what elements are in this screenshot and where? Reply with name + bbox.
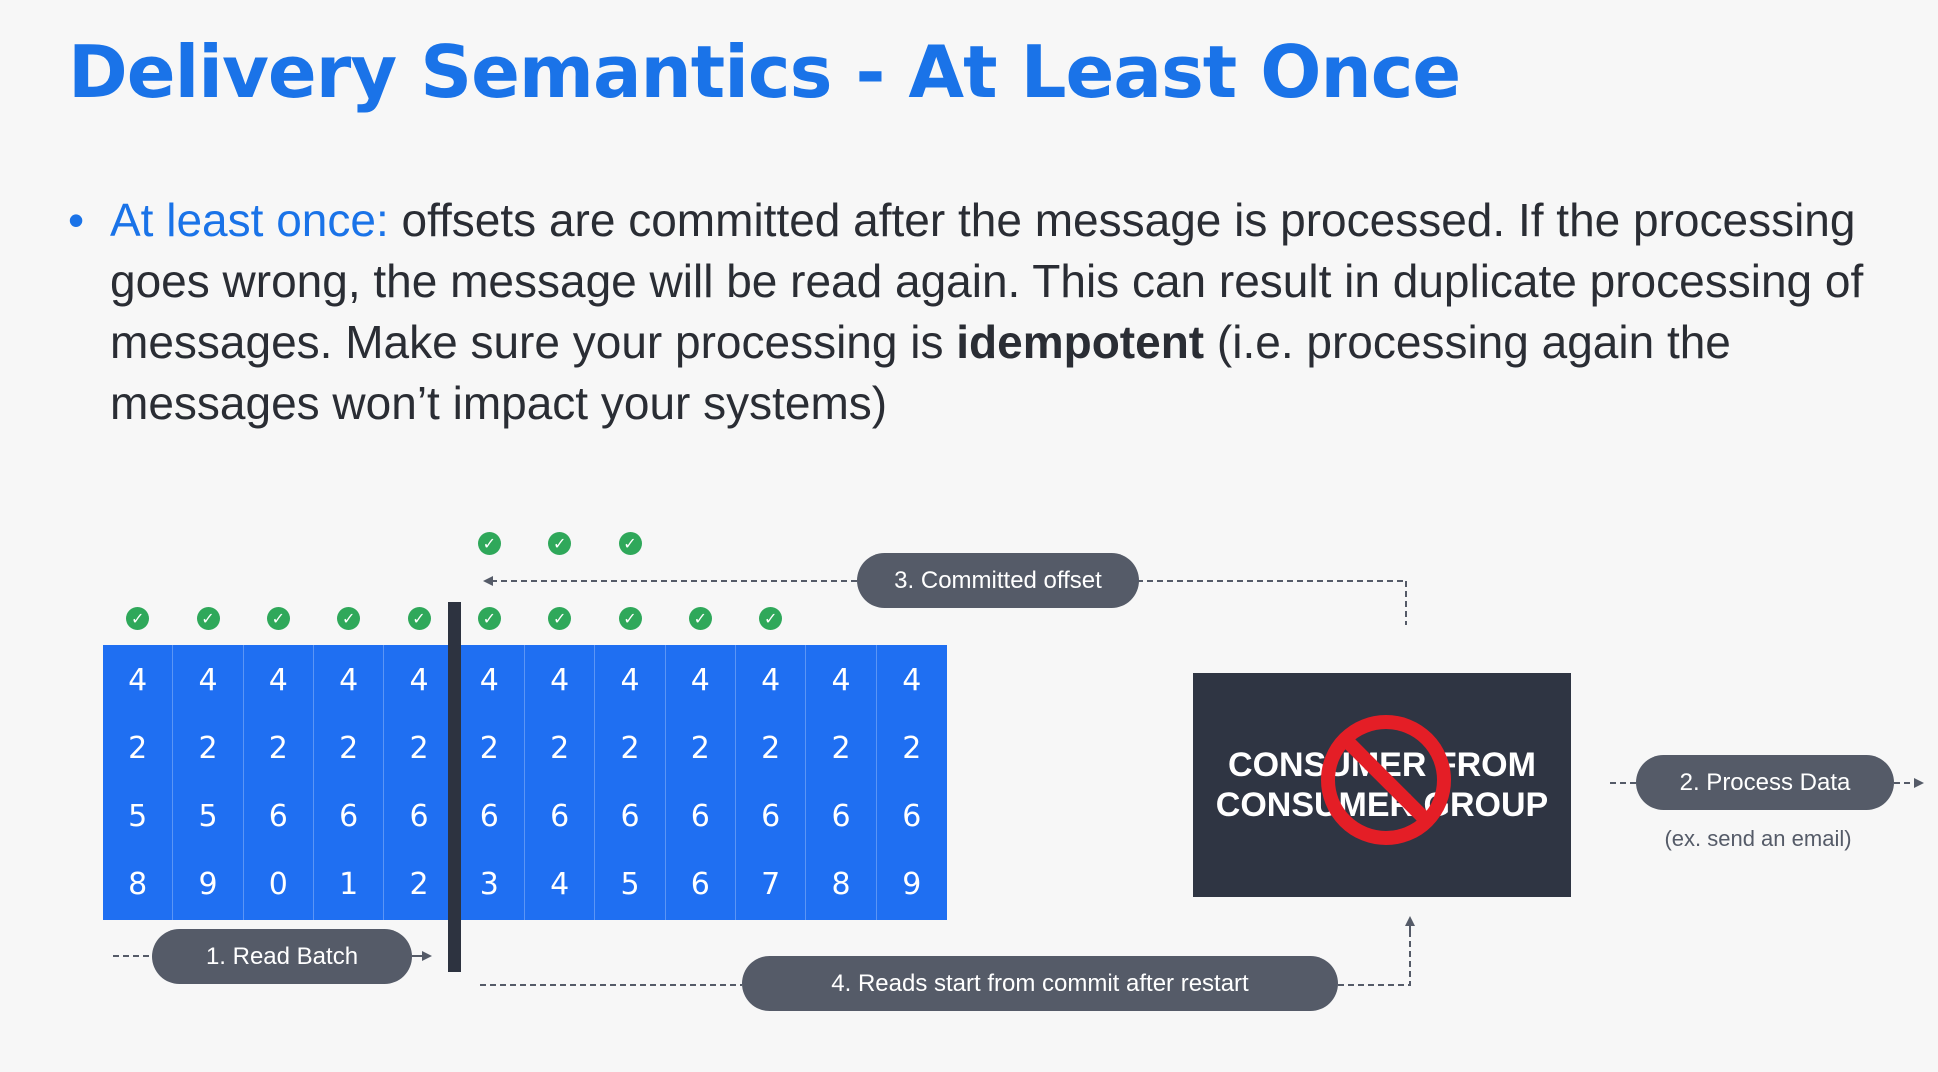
offset-cell: 4 2 6 5 [595,645,666,920]
offset-cell: 4 2 6 2 [384,645,455,920]
delivery-diagram: ✓ ✓ ✓ ✓ ✓ ✓ ✓ ✓ ✓ ✓ ✓ ✓ ✓ 4258425942604261426242634… [0,0,1938,1072]
offset-cell: 4 2 6 7 [736,645,807,920]
offset-digit: 6 [831,799,851,834]
processed-check-icon: ✓ [337,607,361,630]
offset-digit: 6 [690,799,710,834]
offset-digit: 4 [409,663,429,698]
offset-digit: 2 [128,731,148,766]
offset-digit: 4 [198,663,218,698]
committed-check-icon: ✓ [618,532,642,555]
offset-digit: 9 [902,867,922,902]
restart-connector-right [1338,935,1411,986]
offset-digit: 4 [550,867,570,902]
offset-cell: 4 2 6 4 [525,645,596,920]
offset-digit: 2 [409,731,429,766]
offset-digit: 8 [128,867,148,902]
offset-digit: 2 [690,731,710,766]
offset-digit: 4 [479,663,499,698]
batch-divider [448,602,461,972]
processed-check-icon: ✓ [196,607,220,630]
offset-digit: 2 [761,731,781,766]
offset-cell: 4 2 6 0 [244,645,314,920]
offset-digit: 6 [902,799,922,834]
offset-digit: 2 [831,731,851,766]
offset-cell: 4 2 6 6 [666,645,736,920]
process-data-pill: 2. Process Data [1636,755,1894,810]
offset-digit: 2 [550,731,570,766]
offset-cell: 4 2 6 1 [314,645,385,920]
committed-check-icon: ✓ [477,532,501,555]
offset-cell: 4 2 6 9 [877,645,947,920]
offset-digit: 5 [620,867,640,902]
offset-digit: 6 [620,799,640,834]
offset-digit: 4 [761,663,781,698]
processed-check-icon: ✓ [548,607,572,630]
offset-digit: 6 [339,799,359,834]
offset-digit: 1 [339,867,359,902]
offset-digit: 5 [198,799,218,834]
offset-cell: 4 2 6 3 [455,645,525,920]
offset-digit: 4 [339,663,359,698]
offset-digit: 6 [479,799,499,834]
committed-check-icon: ✓ [548,532,572,555]
offset-digit: 4 [550,663,570,698]
offset-cell: 4 2 5 8 [103,645,174,920]
offset-digit: 6 [268,799,288,834]
process-example-label: (ex. send an email) [1664,826,1852,851]
offset-digit: 4 [128,663,148,698]
offset-cell: 4 2 5 9 [173,645,244,920]
processed-check-icon: ✓ [266,607,290,630]
offset-digit: 4 [620,663,640,698]
committed-offset-pill: 3. Committed offset [857,553,1139,608]
offset-digit: 4 [268,663,288,698]
offset-digit: 2 [409,867,429,902]
offset-digit: 2 [479,731,499,766]
offset-digit: 9 [198,867,218,902]
reads-restart-pill: 4. Reads start from commit after restart [742,956,1338,1011]
offset-digit: 2 [339,731,359,766]
processed-check-icon: ✓ [688,607,712,630]
offset-digit: 6 [409,799,429,834]
offset-digit: 3 [479,867,499,902]
offset-digit: 6 [761,799,781,834]
offset-digit: 2 [198,731,218,766]
processed-check-icon: ✓ [618,607,642,630]
offset-digit: 2 [620,731,640,766]
offset-digit: 4 [690,663,710,698]
offset-cell: 4 2 6 8 [806,645,877,920]
offset-digit: 6 [550,799,570,834]
offset-digit: 2 [902,731,922,766]
offset-digit: 6 [690,867,710,902]
processed-check-icon: ✓ [477,607,501,630]
offset-digit: 7 [761,867,781,902]
partition-log: 4 2 5 8 4 2 5 9 4 2 6 0 4 2 6 1 4 2 6 2 4 2 6 3 4 2 6 4 4 2 6 5 4 2 6 6 4 2 6 7… [103,645,947,920]
offset-digit: 4 [831,663,851,698]
offset-digit: 5 [128,799,148,834]
processed-check-icon: ✓ [759,607,783,630]
read-batch-pill: 1. Read Batch [152,929,412,984]
processed-check-icon: ✓ [407,607,431,630]
offset-digit: 2 [268,731,288,766]
prohibited-icon [1321,715,1451,845]
offset-digit: 4 [902,663,922,698]
offset-digit: 0 [268,867,288,902]
offset-digit: 8 [831,867,851,902]
processed-check-icon: ✓ [126,607,150,630]
